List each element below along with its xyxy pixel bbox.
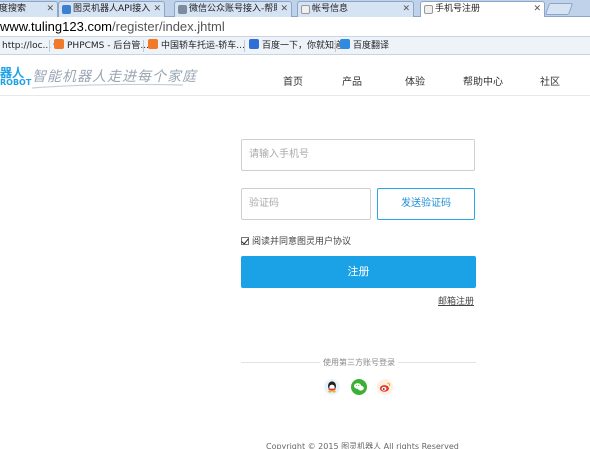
page-icon (62, 5, 71, 14)
nav-item-help-center[interactable]: 帮助中心 (463, 73, 503, 88)
agreement-row: 阅读并同意图灵用户协议 (241, 234, 351, 247)
third-party-title: 使用第三方账号登录 (320, 357, 398, 368)
bookmark-label: http://loc... (2, 41, 52, 51)
url-host: www.tuling123.com (0, 19, 112, 34)
nav-item-home[interactable]: 首页 (283, 73, 303, 88)
page-icon (178, 5, 187, 14)
phone-input[interactable]: 请输入手机号 (241, 139, 475, 171)
phpcms-icon (54, 39, 64, 49)
tab-strip: 度搜索 ✕ 图灵机器人API接入_互联 ✕ 微信公众账号接入-帮助中 ✕ 帐号信… (0, 0, 590, 18)
qq-icon[interactable] (324, 379, 340, 395)
register-button[interactable]: 注册 (241, 256, 476, 288)
logo-subtext: ROBOT (0, 78, 32, 87)
send-code-button[interactable]: 发送验证码 (377, 188, 475, 220)
wechat-icon[interactable] (351, 379, 367, 395)
tab-title: 图灵机器人API接入_互联 (73, 4, 150, 14)
page-icon (301, 5, 310, 14)
nav-item-products[interactable]: 产品 (342, 73, 362, 88)
url-path: /register/index.jhtml (112, 19, 225, 34)
bookmark-item[interactable]: PHPCMS - 后台管... (54, 39, 149, 53)
address-bar[interactable]: www.tuling123.com/register/index.jhtml (0, 17, 590, 37)
bookmarks-bar: http://loc...▼ PHPCMS - 后台管... 中国轿车托运-轿车… (0, 37, 590, 55)
bookmark-item[interactable]: 百度一下，你就知道 (249, 39, 343, 53)
browser-tab[interactable]: 帐号信息 ✕ (297, 1, 414, 17)
phpcms-icon (148, 39, 158, 49)
browser-tab-active[interactable]: 手机号注册 ✕ (420, 1, 545, 18)
close-icon[interactable]: ✕ (46, 2, 54, 16)
url-text[interactable]: www.tuling123.com/register/index.jhtml (0, 19, 225, 34)
copyright-text: Copyright © 2015 图灵机器人 All rights Reserv… (266, 442, 459, 449)
bookmark-item[interactable]: http://loc...▼ (2, 39, 59, 53)
bookmark-label: 中国轿车托运-轿车... (161, 41, 245, 51)
nav-item-experience[interactable]: 体验 (405, 73, 425, 88)
email-register-link[interactable]: 邮箱注册 (438, 294, 474, 307)
tab-title: 度搜索 (0, 4, 27, 14)
translate-icon (340, 39, 350, 49)
bookmark-separator (49, 40, 50, 52)
bookmark-separator (244, 40, 245, 52)
agreement-label[interactable]: 阅读并同意图灵用户协议 (252, 237, 351, 247)
tab-title: 手机号注册 (435, 4, 481, 14)
bookmark-label: 百度翻译 (353, 41, 390, 51)
browser-tab[interactable]: 度搜索 ✕ (0, 1, 58, 17)
new-tab-button[interactable] (544, 3, 574, 15)
site-logo[interactable]: 器人 ROBOT (0, 64, 31, 90)
close-icon[interactable]: ✕ (402, 2, 410, 16)
nav-item-community[interactable]: 社区 (540, 73, 560, 88)
tab-title: 微信公众账号接入-帮助中 (189, 4, 277, 14)
browser-window: 度搜索 ✕ 图灵机器人API接入_互联 ✕ 微信公众账号接入-帮助中 ✕ 帐号信… (0, 0, 590, 449)
bookmark-label: 百度一下，你就知道 (262, 41, 344, 51)
close-icon[interactable]: ✕ (153, 2, 161, 16)
slogan-underline (31, 83, 184, 89)
agreement-checkbox[interactable] (241, 237, 249, 245)
browser-tab[interactable]: 图灵机器人API接入_互联 ✕ (58, 1, 165, 17)
browser-tab[interactable]: 微信公众账号接入-帮助中 ✕ (174, 1, 292, 17)
close-icon[interactable]: ✕ (280, 2, 288, 16)
bookmark-item[interactable]: 百度翻译 (340, 39, 389, 53)
baidu-icon (249, 39, 259, 49)
tab-title: 帐号信息 (312, 4, 349, 14)
weibo-icon[interactable] (377, 379, 393, 395)
bookmark-separator (143, 40, 144, 52)
close-icon[interactable]: ✕ (533, 2, 541, 16)
site-header: 器人 ROBOT 智能机器人走进每个家庭 首页 产品 体验 帮助中心 社区 (0, 56, 590, 96)
bookmark-separator (335, 40, 336, 52)
bookmark-label: PHPCMS - 后台管... (67, 41, 149, 51)
page-icon (424, 5, 433, 14)
verification-code-input[interactable]: 验证码 (241, 188, 371, 220)
bookmark-item[interactable]: 中国轿车托运-轿车... (148, 39, 245, 53)
